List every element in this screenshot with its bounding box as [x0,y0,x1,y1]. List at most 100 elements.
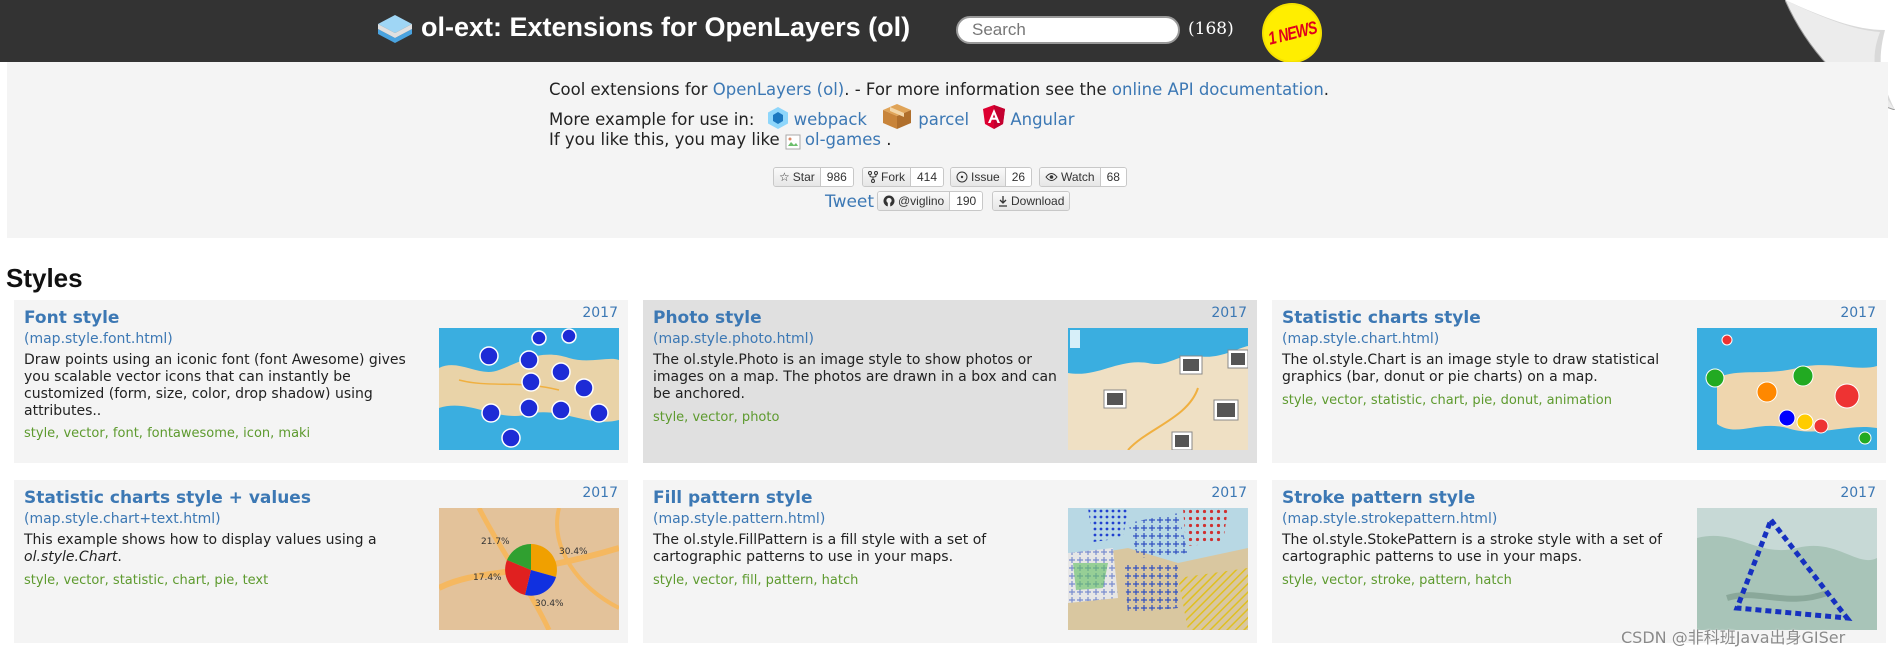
download-icon [999,196,1007,207]
intro-text: . - For more information see the [844,80,1112,99]
example-card-font-style[interactable]: 2017 Font style (map.style.font.html) Dr… [14,300,628,463]
issue-icon [956,171,968,183]
intro-line-2: More example for use in: webpack parcel … [549,102,1074,130]
card-year: 2017 [582,485,618,501]
card-title[interactable]: Photo style [653,308,762,328]
example-card-chart-values[interactable]: 2017 Statistic charts style + values (ma… [14,480,628,643]
parcel-icon [883,104,912,129]
intro-line-1: Cool extensions for OpenLayers (ol). - F… [549,80,1329,99]
star-label: Star [792,170,815,184]
fork-button[interactable]: Fork 414 [862,167,945,187]
openlayers-logo-icon[interactable] [376,13,414,49]
card-tags: style, vector, fill, pattern, hatch [653,573,859,588]
ol-games-label: ol-games [804,130,881,149]
card-file[interactable]: (map.style.photo.html) [653,331,814,347]
card-file[interactable]: (map.style.pattern.html) [653,511,825,527]
broken-image-icon [785,134,801,150]
top-bar: ol-ext: Extensions for OpenLayers (ol) (… [0,0,1895,62]
card-year: 2017 [1211,305,1247,321]
example-card-photo-style[interactable]: 2017 Photo style (map.style.photo.html) … [643,300,1257,463]
download-button[interactable]: Download [992,191,1071,211]
intro-text: Cool extensions for [549,80,713,99]
example-count: (168) [1188,19,1234,39]
pie-value-label: 30.4% [535,599,564,609]
watch-count: 68 [1100,168,1126,186]
stroke-pattern-map-thumbnail[interactable] [1697,508,1877,630]
star-icon: ☆ [779,170,790,184]
issue-count: 26 [1005,168,1032,186]
card-description: This example shows how to display values… [24,532,434,566]
fill-pattern-map-thumbnail[interactable] [1068,508,1248,630]
card-title[interactable]: Statistic charts style + values [24,488,311,508]
card-description: The ol.style.StokePattern is a stroke st… [1282,532,1663,565]
desc-emphasis: ol.style.Chart [24,549,118,565]
example-card-stroke-pattern[interactable]: 2017 Stroke pattern style (map.style.str… [1272,480,1886,643]
angular-label: Angular [1010,110,1075,129]
issue-button[interactable]: Issue 26 [950,167,1033,187]
openlayers-link[interactable]: OpenLayers (ol) [713,80,844,99]
webpack-icon [767,107,788,129]
card-description: The ol.style.Chart is an image style to … [1282,352,1660,385]
search-input[interactable] [956,16,1180,44]
card-tags: style, vector, stroke, pattern, hatch [1282,573,1512,588]
card-file[interactable]: (map.style.chart.html) [1282,331,1439,347]
card-title[interactable]: Statistic charts style [1282,308,1481,328]
follow-label: @viglino [898,194,945,208]
font-style-map-thumbnail[interactable] [439,328,619,450]
photo-style-map-thumbnail[interactable] [1068,328,1248,450]
pie-value-label: 30.4% [559,547,588,557]
intro-text: More example for use in: [549,110,755,129]
pie-value-label: 17.4% [473,573,502,583]
webpack-label: webpack [793,110,867,129]
desc-text: . [117,549,122,565]
follow-button[interactable]: @viglino 190 [877,191,984,211]
desc-text: This example shows how to display values… [24,532,377,548]
ol-games-link[interactable]: ol-games [785,130,886,150]
card-year: 2017 [582,305,618,321]
card-file[interactable]: (map.style.font.html) [24,331,173,347]
download-label: Download [1011,194,1065,208]
card-tags: style, vector, statistic, chart, pie, te… [24,573,269,588]
intro-text: . [1323,80,1330,99]
angular-link[interactable]: Angular [982,105,1075,129]
card-title[interactable]: Fill pattern style [653,488,813,508]
page-title[interactable]: ol-ext: Extensions for OpenLayers (ol) [421,12,910,43]
card-file[interactable]: (map.style.strokepattern.html) [1282,511,1497,527]
card-title[interactable]: Font style [24,308,119,328]
intro-text: . [886,130,892,149]
card-title[interactable]: Stroke pattern style [1282,488,1475,508]
parcel-link[interactable]: parcel [880,104,974,129]
card-description: Draw points using an iconic font (font A… [24,352,406,419]
pie-values-map-thumbnail[interactable]: 21.7% 30.4% 17.4% 30.4% [439,508,619,630]
watch-button[interactable]: Watch 68 [1039,167,1127,187]
tweet-link[interactable]: Tweet [825,192,874,212]
fork-count: 414 [911,168,944,186]
card-file[interactable]: (map.style.chart+text.html) [24,511,221,527]
star-button[interactable]: ☆ Star 986 [773,167,854,187]
card-description: The ol.style.Photo is an image style to … [653,352,1057,402]
eye-icon [1045,173,1058,181]
news-badge[interactable]: 1 NEWS [1264,5,1320,61]
angular-icon [983,105,1006,129]
card-description: The ol.style.FillPattern is a fill style… [653,532,987,565]
example-card-statistic-charts[interactable]: 2017 Statistic charts style (map.style.c… [1272,300,1886,463]
star-count: 986 [820,168,853,186]
follow-count: 190 [950,192,983,210]
chart-style-map-thumbnail[interactable] [1697,328,1877,450]
card-year: 2017 [1840,485,1876,501]
card-year: 2017 [1211,485,1247,501]
card-tags: style, vector, font, fontawesome, icon, … [24,426,311,441]
intro-text: If you like this, you may like [549,130,780,149]
api-doc-link[interactable]: online API documentation [1112,80,1324,99]
card-year: 2017 [1840,305,1876,321]
watermark: CSDN @非科班Java出身GISer [1621,628,1846,647]
card-tags: style, vector, photo [653,410,780,425]
github-icon [883,195,895,207]
pie-value-label: 21.7% [481,537,510,547]
parcel-label: parcel [918,110,970,129]
watch-label: Watch [1061,170,1095,184]
section-title: Styles [6,263,83,293]
example-card-fill-pattern[interactable]: 2017 Fill pattern style (map.style.patte… [643,480,1257,643]
webpack-link[interactable]: webpack [766,107,873,129]
news-badge-label: 1 NEWS [1265,16,1319,49]
